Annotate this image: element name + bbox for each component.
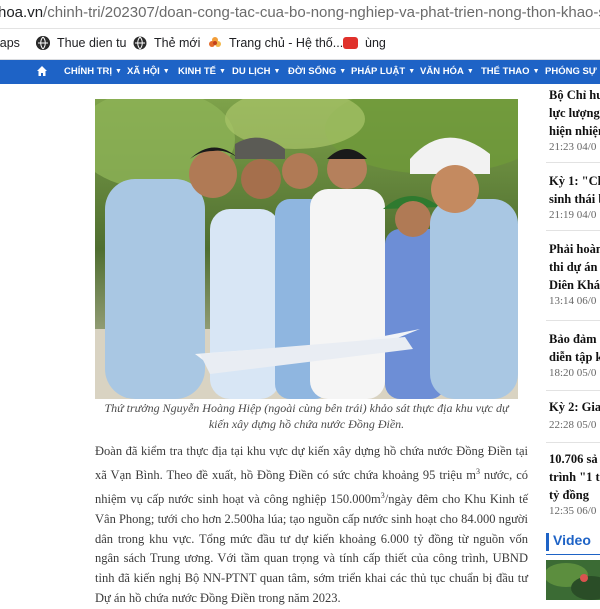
divider bbox=[546, 230, 600, 231]
address-bar[interactable]: hoa.vn/chinh-tri/202307/doan-cong-tac-cu… bbox=[0, 0, 600, 29]
news-title-line: trình "1 t bbox=[549, 468, 600, 486]
nav-label: KINH TẾ bbox=[178, 66, 216, 77]
nav-van-hoa[interactable]: VĂN HÓA▼ bbox=[420, 66, 474, 77]
accent-bar bbox=[546, 533, 549, 551]
bookmarks-bar: laps Thue dien tu Thẻ mới Trang chủ - Hệ… bbox=[0, 29, 600, 60]
news-timestamp: 12:35 06/0 bbox=[549, 505, 600, 517]
nav-label: CHÍNH TRỊ bbox=[64, 66, 112, 77]
caret-down-icon: ▼ bbox=[274, 68, 281, 75]
sidebar-news-item[interactable]: Bộ Chỉ hu lực lượng hiện nhiệm 21:23 04/… bbox=[549, 86, 600, 153]
nav-label: DU LỊCH bbox=[232, 66, 271, 77]
divider bbox=[546, 320, 600, 321]
sidebar-news-item[interactable]: Bảo đảm đ diễn tập k 18:20 05/0 bbox=[549, 330, 600, 379]
bookmark-thue-dien-tu[interactable]: Thue dien tu bbox=[36, 36, 127, 50]
news-title-line: Diên Khán bbox=[549, 276, 600, 294]
bookmark-ung[interactable]: ùng bbox=[343, 36, 386, 50]
nav-label: VĂN HÓA bbox=[420, 66, 464, 77]
news-timestamp: 21:23 04/0 bbox=[549, 141, 600, 153]
nav-the-thao[interactable]: THỂ THAO▼ bbox=[481, 66, 540, 77]
globe-icon bbox=[36, 36, 50, 50]
nav-label: ĐỜI SỐNG bbox=[288, 66, 336, 77]
bookmark-trang-chu[interactable]: Trang chủ - Hệ thố... bbox=[208, 36, 343, 50]
nav-label: PHÁP LUẬT bbox=[351, 66, 405, 77]
article-text-part1: Đoàn đã kiểm tra thực địa tại khu vực dự… bbox=[95, 444, 528, 482]
caret-down-icon: ▼ bbox=[467, 68, 474, 75]
caret-down-icon: ▼ bbox=[533, 68, 540, 75]
news-title-line: sinh thái b bbox=[549, 190, 600, 208]
nav-kinh-te[interactable]: KINH TẾ▼ bbox=[178, 66, 226, 77]
news-title-line: Phải hoàn bbox=[549, 240, 600, 258]
news-timestamp: 21:19 04/0 bbox=[549, 209, 600, 221]
video-thumbnail[interactable] bbox=[546, 560, 600, 600]
bookmark-label: laps bbox=[0, 36, 20, 50]
news-title-line: lực lượng bbox=[549, 104, 600, 122]
nav-label: XÃ HỘI bbox=[127, 66, 160, 77]
article-text-part3: /ngày đêm cho Khu Kinh tế Vân Phong; tướ… bbox=[95, 492, 528, 605]
news-title-line: tỷ đồng bbox=[549, 486, 600, 504]
article-body: Đoàn đã kiểm tra thực địa tại khu vực dự… bbox=[95, 442, 528, 609]
news-title-line: Bảo đảm đ bbox=[549, 330, 600, 348]
news-timestamp: 18:20 05/0 bbox=[549, 367, 600, 379]
url-host: hoa.vn bbox=[0, 4, 43, 21]
sidebar-news-item[interactable]: Phải hoàn thi dự án t Diên Khán 13:14 06… bbox=[549, 240, 600, 307]
divider bbox=[546, 442, 600, 443]
caret-down-icon: ▼ bbox=[163, 68, 170, 75]
nav-chinh-tri[interactable]: CHÍNH TRỊ▼ bbox=[64, 66, 122, 77]
nav-phong-su[interactable]: PHÓNG SỰ▼ bbox=[545, 66, 600, 77]
field-survey-photo bbox=[95, 99, 518, 399]
url-text[interactable]: hoa.vn/chinh-tri/202307/doan-cong-tac-cu… bbox=[0, 4, 600, 21]
sidebar-news-item[interactable]: 10.706 sả trình "1 t tỷ đồng 12:35 06/0 bbox=[549, 450, 600, 517]
news-title-line: thi dự án t bbox=[549, 258, 600, 276]
bookmark-label: Thue dien tu bbox=[57, 36, 127, 50]
news-title-line: hiện nhiệm bbox=[549, 122, 600, 140]
news-title-line: Kỳ 1: "Ch bbox=[549, 172, 600, 190]
video-heading[interactable]: Video bbox=[553, 532, 591, 548]
globe-icon bbox=[133, 36, 147, 50]
caret-down-icon: ▼ bbox=[339, 68, 346, 75]
news-title-line: Bộ Chỉ hu bbox=[549, 86, 600, 104]
caret-down-icon: ▼ bbox=[408, 68, 415, 75]
nav-doi-song[interactable]: ĐỜI SỐNG▼ bbox=[288, 66, 346, 77]
main-nav: CHÍNH TRỊ▼ XÃ HỘI▼ KINH TẾ▼ DU LỊCH▼ ĐỜI… bbox=[0, 60, 600, 84]
app-badge-icon bbox=[343, 37, 358, 49]
bookmark-label: Trang chủ - Hệ thố... bbox=[229, 36, 343, 50]
divider bbox=[546, 554, 600, 555]
divider bbox=[546, 390, 600, 391]
nav-du-lich[interactable]: DU LỊCH▼ bbox=[232, 66, 280, 77]
photo-caption: Thứ trưởng Nguyễn Hoàng Hiệp (ngoài cùng… bbox=[95, 400, 518, 432]
sidebar-news-item[interactable]: Kỳ 1: "Ch sinh thái b 21:19 04/0 bbox=[549, 172, 600, 221]
home-icon[interactable] bbox=[36, 65, 48, 77]
bookmark-maps[interactable]: laps bbox=[0, 36, 20, 50]
nav-xa-hoi[interactable]: XÃ HỘI▼ bbox=[127, 66, 170, 77]
bookmark-label: ùng bbox=[365, 36, 386, 50]
article-photo bbox=[95, 99, 518, 399]
news-title-line: Kỳ 2: Gian bbox=[549, 398, 600, 416]
news-title-line: diễn tập k bbox=[549, 348, 600, 366]
caret-down-icon: ▼ bbox=[219, 68, 226, 75]
nav-phap-luat[interactable]: PHÁP LUẬT▼ bbox=[351, 66, 415, 77]
news-timestamp: 22:28 05/0 bbox=[549, 419, 600, 431]
url-path: /chinh-tri/202307/doan-cong-tac-cua-bo-n… bbox=[43, 4, 600, 21]
bookmark-the-moi[interactable]: Thẻ mới bbox=[133, 36, 200, 50]
news-title-line: 10.706 sả bbox=[549, 450, 600, 468]
caret-down-icon: ▼ bbox=[115, 68, 122, 75]
flower-icon bbox=[208, 36, 222, 50]
sidebar-latest-news: Bộ Chỉ hu lực lượng hiện nhiệm 21:23 04/… bbox=[546, 84, 600, 600]
bookmark-label: Thẻ mới bbox=[154, 36, 200, 50]
divider bbox=[546, 162, 600, 163]
nav-label: THỂ THAO bbox=[481, 66, 530, 77]
news-timestamp: 13:14 06/0 bbox=[549, 295, 600, 307]
nav-label: PHÓNG SỰ bbox=[545, 66, 597, 77]
sidebar-news-item[interactable]: Kỳ 2: Gian 22:28 05/0 bbox=[549, 398, 600, 431]
